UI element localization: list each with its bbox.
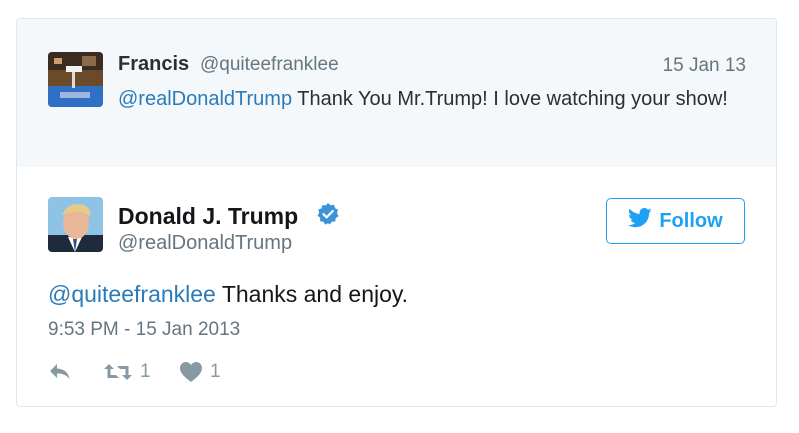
retweet-icon — [103, 362, 133, 382]
quoted-mention-link[interactable]: @realDonaldTrump — [118, 88, 292, 110]
author-name[interactable]: Donald J. Trump — [118, 203, 298, 230]
tweet-card: Francis @quiteefranklee 15 Jan 13 @realD… — [16, 18, 777, 407]
tweet-text: @quiteefranklee Thanks and enjoy. — [48, 281, 408, 308]
reply-button[interactable] — [48, 362, 103, 382]
quoted-tweet-text: @realDonaldTrump Thank You Mr.Trump! I l… — [118, 84, 738, 114]
verified-badge-icon — [316, 202, 340, 226]
quoted-user-handle[interactable]: @quiteefranklee — [200, 54, 339, 76]
bird-icon — [628, 208, 652, 234]
quoted-tweet-date[interactable]: 15 Jan 13 — [663, 55, 746, 77]
tweet-actions: 1 1 — [48, 358, 221, 386]
retweet-button[interactable]: 1 — [103, 361, 179, 383]
author-avatar[interactable] — [48, 197, 103, 252]
mention-link[interactable]: @quiteefranklee — [48, 281, 216, 307]
quoted-tweet-body: Thank You Mr.Trump! I love watching your… — [292, 88, 728, 110]
follow-label: Follow — [659, 209, 723, 232]
quoted-user-avatar[interactable] — [48, 52, 103, 107]
follow-button[interactable]: Follow — [606, 198, 745, 244]
retweet-count: 1 — [140, 361, 151, 382]
heart-icon — [179, 361, 203, 383]
quoted-user-name[interactable]: Francis — [118, 53, 189, 76]
tweet-body: Thanks and enjoy. — [215, 281, 409, 307]
author-handle[interactable]: @realDonaldTrump — [118, 232, 292, 255]
like-button[interactable]: 1 — [179, 361, 221, 383]
reply-icon — [48, 362, 72, 382]
quoted-tweet[interactable]: Francis @quiteefranklee 15 Jan 13 @realD… — [17, 19, 776, 167]
like-count: 1 — [210, 361, 221, 382]
tweet-timestamp[interactable]: 9:53 PM - 15 Jan 2013 — [48, 319, 240, 341]
